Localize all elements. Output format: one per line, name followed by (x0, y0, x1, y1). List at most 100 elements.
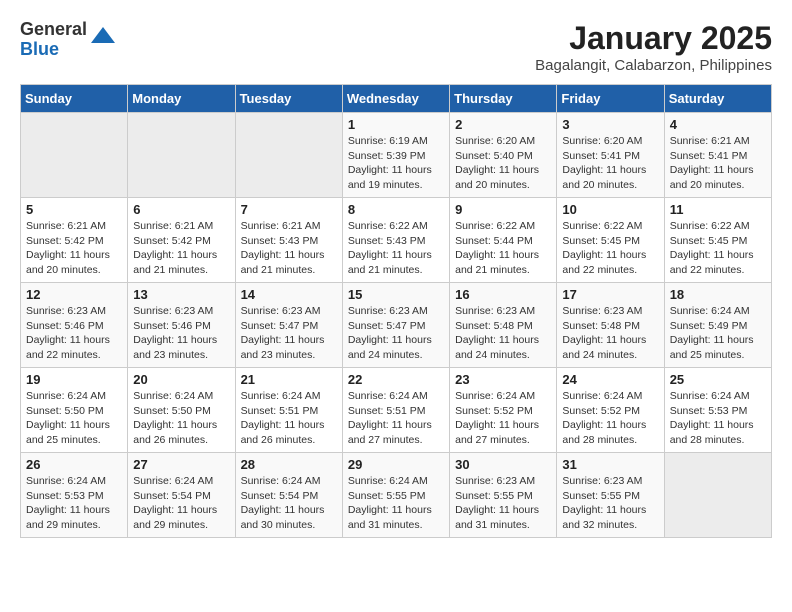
calendar-cell: 23 Sunrise: 6:24 AM Sunset: 5:52 PM Dayli… (450, 368, 557, 453)
day-info: Sunrise: 6:24 AM Sunset: 5:49 PM Dayligh… (670, 304, 766, 363)
calendar-cell: 26 Sunrise: 6:24 AM Sunset: 5:53 PM Dayli… (21, 453, 128, 538)
calendar-cell: 31Sunrise: 6:23 AM Sunset: 5:55 PM Dayli… (557, 453, 664, 538)
page-header: General Blue January 2025 Bagalangit, Ca… (20, 20, 772, 74)
calendar-subtitle: Bagalangit, Calabarzon, Philippines (535, 57, 772, 74)
calendar-title: January 2025 (535, 20, 772, 57)
calendar-cell: 4Sunrise: 6:21 AM Sunset: 5:41 PM Daylig… (664, 113, 771, 198)
day-info: Sunrise: 6:24 AM Sunset: 5:54 PM Dayligh… (241, 474, 337, 533)
day-number: 8 (348, 202, 444, 217)
week-row: 1 Sunrise: 6:19 AM Sunset: 5:39 PM Daylig… (21, 113, 772, 198)
calendar-cell: 30 Sunrise: 6:23 AM Sunset: 5:55 PM Dayli… (450, 453, 557, 538)
header-row: SundayMondayTuesdayWednesdayThursdayFrid… (21, 85, 772, 113)
header-day: Thursday (450, 85, 557, 113)
day-info: Sunrise: 6:23 AM Sunset: 5:47 PM Dayligh… (348, 304, 444, 363)
day-number: 16 (455, 287, 551, 302)
calendar-cell: 11Sunrise: 6:22 AM Sunset: 5:45 PM Dayli… (664, 198, 771, 283)
week-row: 19 Sunrise: 6:24 AM Sunset: 5:50 PM Dayli… (21, 368, 772, 453)
day-number: 29 (348, 457, 444, 472)
calendar-cell (21, 113, 128, 198)
day-info: Sunrise: 6:24 AM Sunset: 5:54 PM Dayligh… (133, 474, 229, 533)
calendar-cell: 20Sunrise: 6:24 AM Sunset: 5:50 PM Dayli… (128, 368, 235, 453)
day-info: Sunrise: 6:23 AM Sunset: 5:47 PM Dayligh… (241, 304, 337, 363)
calendar-cell (664, 453, 771, 538)
day-info: Sunrise: 6:24 AM Sunset: 5:52 PM Dayligh… (455, 389, 551, 448)
calendar-cell: 22 Sunrise: 6:24 AM Sunset: 5:51 PM Dayli… (342, 368, 449, 453)
day-info: Sunrise: 6:22 AM Sunset: 5:43 PM Dayligh… (348, 219, 444, 278)
day-info: Sunrise: 6:23 AM Sunset: 5:48 PM Dayligh… (562, 304, 658, 363)
calendar-cell (128, 113, 235, 198)
header-day: Monday (128, 85, 235, 113)
day-info: Sunrise: 6:21 AM Sunset: 5:42 PM Dayligh… (26, 219, 122, 278)
day-number: 25 (670, 372, 766, 387)
day-info: Sunrise: 6:23 AM Sunset: 5:55 PM Dayligh… (455, 474, 551, 533)
logo-icon (91, 23, 115, 47)
day-number: 18 (670, 287, 766, 302)
header-day: Friday (557, 85, 664, 113)
day-info: Sunrise: 6:20 AM Sunset: 5:41 PM Dayligh… (562, 134, 658, 193)
week-row: 5 Sunrise: 6:21 AM Sunset: 5:42 PM Daylig… (21, 198, 772, 283)
day-number: 5 (26, 202, 122, 217)
calendar-cell: 18 Sunrise: 6:24 AM Sunset: 5:49 PM Dayli… (664, 283, 771, 368)
calendar-cell: 9Sunrise: 6:22 AM Sunset: 5:44 PM Daylig… (450, 198, 557, 283)
calendar-cell: 1 Sunrise: 6:19 AM Sunset: 5:39 PM Daylig… (342, 113, 449, 198)
day-number: 13 (133, 287, 229, 302)
header-day: Saturday (664, 85, 771, 113)
logo-general: General (20, 20, 87, 40)
header-day: Tuesday (235, 85, 342, 113)
day-number: 26 (26, 457, 122, 472)
calendar-cell: 17 Sunrise: 6:23 AM Sunset: 5:48 PM Dayli… (557, 283, 664, 368)
day-info: Sunrise: 6:20 AM Sunset: 5:40 PM Dayligh… (455, 134, 551, 193)
day-number: 31 (562, 457, 658, 472)
day-number: 2 (455, 117, 551, 132)
calendar-cell: 27 Sunrise: 6:24 AM Sunset: 5:54 PM Dayli… (128, 453, 235, 538)
day-number: 1 (348, 117, 444, 132)
day-info: Sunrise: 6:24 AM Sunset: 5:53 PM Dayligh… (26, 474, 122, 533)
calendar-cell: 10Sunrise: 6:22 AM Sunset: 5:45 PM Dayli… (557, 198, 664, 283)
day-number: 28 (241, 457, 337, 472)
calendar-cell: 14 Sunrise: 6:23 AM Sunset: 5:47 PM Dayli… (235, 283, 342, 368)
day-number: 27 (133, 457, 229, 472)
calendar-cell: 24Sunrise: 6:24 AM Sunset: 5:52 PM Dayli… (557, 368, 664, 453)
day-number: 17 (562, 287, 658, 302)
logo: General Blue (20, 20, 115, 60)
calendar-cell: 25Sunrise: 6:24 AM Sunset: 5:53 PM Dayli… (664, 368, 771, 453)
day-number: 23 (455, 372, 551, 387)
day-info: Sunrise: 6:24 AM Sunset: 5:50 PM Dayligh… (26, 389, 122, 448)
day-info: Sunrise: 6:24 AM Sunset: 5:50 PM Dayligh… (133, 389, 229, 448)
day-info: Sunrise: 6:22 AM Sunset: 5:45 PM Dayligh… (670, 219, 766, 278)
calendar-cell: 2 Sunrise: 6:20 AM Sunset: 5:40 PM Daylig… (450, 113, 557, 198)
calendar-cell: 13 Sunrise: 6:23 AM Sunset: 5:46 PM Dayli… (128, 283, 235, 368)
week-row: 12 Sunrise: 6:23 AM Sunset: 5:46 PM Dayli… (21, 283, 772, 368)
day-number: 19 (26, 372, 122, 387)
calendar-cell: 16Sunrise: 6:23 AM Sunset: 5:48 PM Dayli… (450, 283, 557, 368)
calendar-cell: 6Sunrise: 6:21 AM Sunset: 5:42 PM Daylig… (128, 198, 235, 283)
calendar-cell: 8 Sunrise: 6:22 AM Sunset: 5:43 PM Daylig… (342, 198, 449, 283)
day-info: Sunrise: 6:21 AM Sunset: 5:41 PM Dayligh… (670, 134, 766, 193)
day-info: Sunrise: 6:24 AM Sunset: 5:51 PM Dayligh… (241, 389, 337, 448)
logo-text: General Blue (20, 20, 87, 60)
day-info: Sunrise: 6:19 AM Sunset: 5:39 PM Dayligh… (348, 134, 444, 193)
day-number: 14 (241, 287, 337, 302)
calendar-cell: 15 Sunrise: 6:23 AM Sunset: 5:47 PM Dayli… (342, 283, 449, 368)
calendar-cell: 12 Sunrise: 6:23 AM Sunset: 5:46 PM Dayli… (21, 283, 128, 368)
day-info: Sunrise: 6:22 AM Sunset: 5:45 PM Dayligh… (562, 219, 658, 278)
header-day: Sunday (21, 85, 128, 113)
day-number: 12 (26, 287, 122, 302)
day-number: 15 (348, 287, 444, 302)
calendar-table: SundayMondayTuesdayWednesdayThursdayFrid… (20, 84, 772, 538)
calendar-cell: 21Sunrise: 6:24 AM Sunset: 5:51 PM Dayli… (235, 368, 342, 453)
day-info: Sunrise: 6:23 AM Sunset: 5:46 PM Dayligh… (26, 304, 122, 363)
day-info: Sunrise: 6:24 AM Sunset: 5:52 PM Dayligh… (562, 389, 658, 448)
day-number: 3 (562, 117, 658, 132)
day-number: 22 (348, 372, 444, 387)
calendar-cell: 5 Sunrise: 6:21 AM Sunset: 5:42 PM Daylig… (21, 198, 128, 283)
calendar-cell: 28 Sunrise: 6:24 AM Sunset: 5:54 PM Dayli… (235, 453, 342, 538)
calendar-cell: 3 Sunrise: 6:20 AM Sunset: 5:41 PM Daylig… (557, 113, 664, 198)
calendar-cell (235, 113, 342, 198)
day-info: Sunrise: 6:24 AM Sunset: 5:51 PM Dayligh… (348, 389, 444, 448)
day-number: 30 (455, 457, 551, 472)
day-info: Sunrise: 6:23 AM Sunset: 5:46 PM Dayligh… (133, 304, 229, 363)
day-info: Sunrise: 6:22 AM Sunset: 5:44 PM Dayligh… (455, 219, 551, 278)
calendar-cell: 7Sunrise: 6:21 AM Sunset: 5:43 PM Daylig… (235, 198, 342, 283)
logo-blue: Blue (20, 40, 87, 60)
